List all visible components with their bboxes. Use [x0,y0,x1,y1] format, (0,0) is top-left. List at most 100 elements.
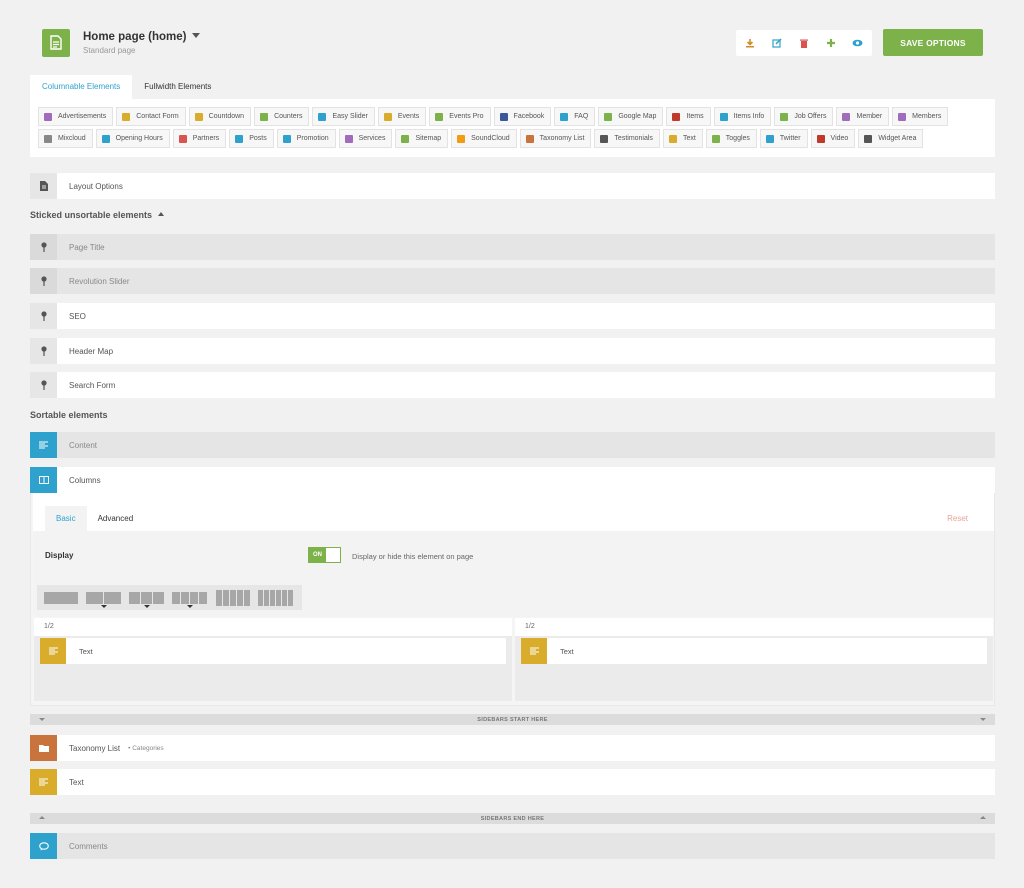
palette-chip[interactable]: Widget Area [858,129,924,148]
palette-chip[interactable]: Opening Hours [95,129,170,148]
palette-chip-label: Taxonomy List [539,135,585,142]
sortable-item-comments[interactable]: Comments [30,833,995,859]
sidebar-item-text[interactable]: Text [30,769,995,795]
sticked-item-revolution-slider[interactable]: Revolution Slider [30,268,995,294]
layout-5-col-button[interactable] [212,588,253,608]
palette-chip[interactable]: Member [836,107,890,126]
palette-chip[interactable]: Twitter [759,129,808,148]
palette-chip[interactable]: Facebook [493,107,552,126]
palette-chip[interactable]: Countdown [188,107,252,126]
palette-chip[interactable]: Events [377,107,427,126]
chevron-up-icon[interactable] [158,212,165,216]
editor-tabs: Basic Advanced [45,506,144,531]
palette-chip-label: Google Map [618,113,657,120]
download-icon[interactable] [736,30,763,56]
columns-panel: Basic Advanced Reset Display ON Display … [30,493,995,706]
folder-icon [30,735,57,761]
palette-chip[interactable]: Members [892,107,949,126]
palette-chip-label: Events Pro [449,113,484,120]
palette-chip[interactable]: Text [662,129,703,148]
sticked-item-search-form[interactable]: Search Form [30,372,995,398]
palette-chip[interactable]: Services [338,129,393,148]
palette-chip[interactable]: FAQ [554,107,596,126]
column-size[interactable]: 1/2 [34,618,512,636]
column-item-text[interactable]: Text [521,638,987,664]
display-toggle[interactable]: ON [308,547,341,563]
element-tabs: Columnable Elements Fullwidth Elements [30,75,223,99]
palette-chip-label: FAQ [574,113,589,120]
tab-fullwidth-elements[interactable]: Fullwidth Elements [132,75,223,99]
sticked-item-header-map[interactable]: Header Map [30,338,995,364]
palette-chip[interactable]: Mixcloud [38,129,93,148]
soundcloud-icon [457,134,466,143]
sidebars-end-bar[interactable]: SIDEBARS END HERE [30,813,995,824]
form-icon [122,112,131,121]
tab-basic[interactable]: Basic [45,506,87,531]
gear-icon [344,134,353,143]
chevron-down-icon[interactable] [191,33,200,38]
refresh-icon [260,112,269,121]
palette-chip[interactable]: Testimonials [594,129,660,148]
sidebars-start-bar[interactable]: SIDEBARS START HERE [30,714,995,725]
layout-2-col-button[interactable] [83,588,124,608]
palette-chip[interactable]: Easy Slider [312,107,375,126]
display-label: Display [45,551,74,560]
sortable-item-content[interactable]: Content [30,432,995,458]
palette-chip[interactable]: Google Map [598,107,664,126]
layout-options-row[interactable]: Layout Options [30,173,995,199]
palette-chip[interactable]: Taxonomy List [519,129,592,148]
edit-icon[interactable] [763,30,790,56]
sticked-item-page-title[interactable]: Page Title [30,234,995,260]
widget-icon [864,134,873,143]
eye-icon[interactable] [844,30,871,56]
palette-chip-label: Members [912,113,942,120]
column-item-label: Text [560,646,574,656]
tab-advanced[interactable]: Advanced [87,506,145,531]
palette-chip[interactable]: Items Info [713,107,772,126]
palette-chip[interactable]: Posts [229,129,274,148]
display-description: Display or hide this element on page [352,552,474,561]
palette-chip[interactable]: Job Offers [774,107,834,126]
layout-3-col-button[interactable] [126,588,167,608]
palette-chip[interactable]: Toggles [705,129,757,148]
layout-1-col-button[interactable] [40,588,81,608]
column-size[interactable]: 1/2 [515,618,993,636]
palette-chip[interactable]: Advertisements [38,107,114,126]
element-palette: Advertisements Contact Form Countdown Count… [30,99,995,157]
palette-chip-label: Advertisements [58,113,107,120]
palette-chip[interactable]: Sitemap [395,129,449,148]
sortable-item-columns[interactable]: Columns [30,467,995,493]
sticked-item-label: Page Title [69,242,105,252]
palette-chip[interactable]: SoundCloud [451,129,517,148]
column-left: 1/2 Text [33,617,513,702]
sticked-item-label: SEO [69,311,86,321]
palette-chip[interactable]: Items [666,107,711,126]
page-title[interactable]: Home page (home) [83,31,200,43]
chevron-down-icon [144,604,150,608]
save-options-button[interactable]: SAVE OPTIONS [883,29,983,56]
trash-icon[interactable] [790,30,817,56]
user-icon [842,112,851,121]
sticked-heading[interactable]: Sticked unsortable elements [30,210,165,220]
plus-icon[interactable] [817,30,844,56]
tab-columnable-elements[interactable]: Columnable Elements [30,75,133,99]
palette-chip[interactable]: Counters [254,107,310,126]
palette-chip[interactable]: Contact Form [116,107,186,126]
palette-chip[interactable]: Partners [172,129,227,148]
reset-link[interactable]: Reset [947,514,968,523]
layout-6-col-button[interactable] [255,588,296,608]
palette-chip[interactable]: Events Pro [429,107,491,126]
sidebar-item-taxonomy-list[interactable]: Taxonomy List • Categories [30,735,995,761]
columns-icon [30,467,57,493]
chevron-down-icon [101,604,107,608]
sticked-item-seo[interactable]: SEO [30,303,995,329]
palette-chip-label: Opening Hours [115,135,163,142]
palette-chip[interactable]: Promotion [276,129,336,148]
video-icon [816,134,825,143]
comments-icon [30,833,57,859]
pin-icon [30,303,57,329]
column-item-text[interactable]: Text [40,638,506,664]
palette-chip-label: Items [686,113,704,120]
palette-chip[interactable]: Video [810,129,856,148]
layout-4-col-button[interactable] [169,588,210,608]
